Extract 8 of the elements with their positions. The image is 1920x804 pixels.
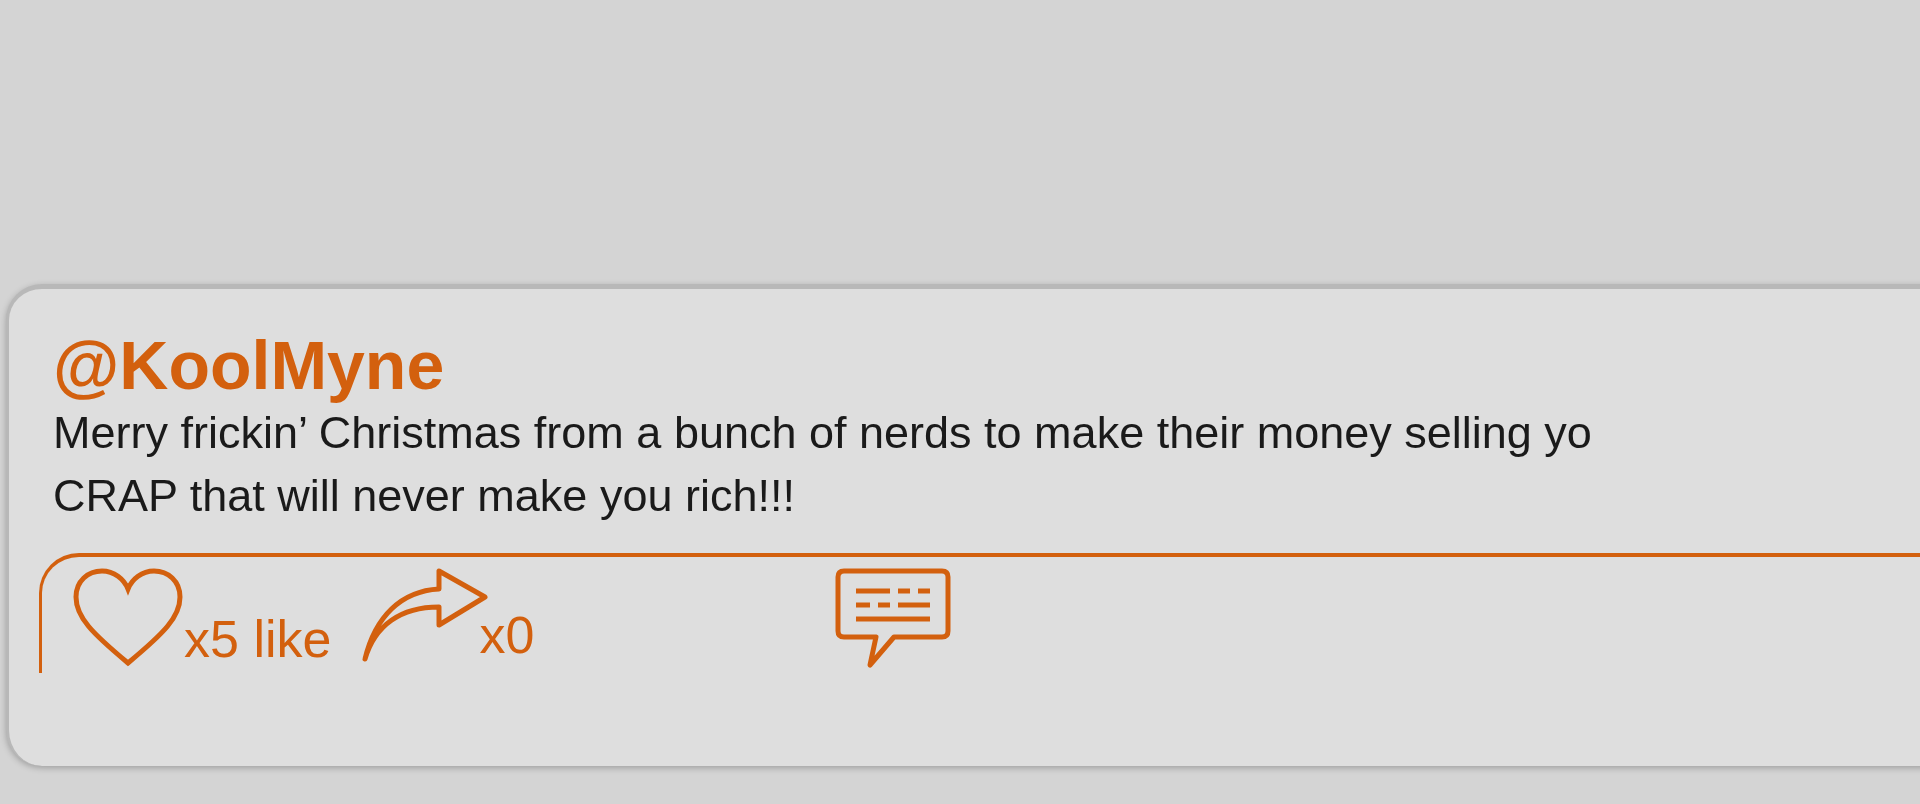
- comment-icon: [834, 567, 953, 671]
- heart-icon: [72, 567, 184, 667]
- like-button[interactable]: x5 like: [72, 567, 332, 667]
- share-button[interactable]: x0: [361, 567, 535, 663]
- username[interactable]: @KoolMyne: [53, 329, 1920, 401]
- comment-button[interactable]: [834, 567, 953, 671]
- post-text-line: CRAP that will never make you rich!!!: [53, 469, 796, 523]
- post-text-line: Merry frickin’ Christmas from a bunch of nerds to make their money selling yo: [53, 406, 1593, 460]
